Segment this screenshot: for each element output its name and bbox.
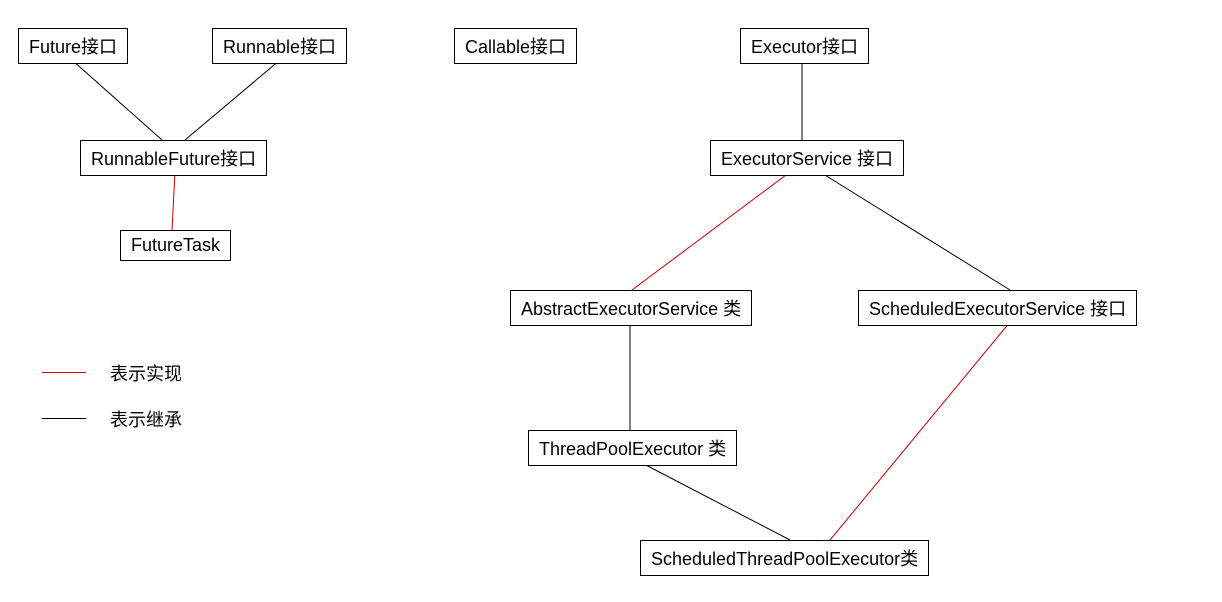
legend-label-implements: 表示实现 [110,360,182,386]
node-callable-interface: Callable接口 [454,28,577,64]
node-abstractexecutorservice-class: AbstractExecutorService 类 [510,290,752,326]
node-futuretask-class: FutureTask [120,230,231,261]
node-threadpoolexecutor-class: ThreadPoolExecutor 类 [528,430,737,466]
node-scheduledthreadpoolexecutor-class: ScheduledThreadPoolExecutor类 [640,540,929,576]
node-future-interface: Future接口 [18,28,128,64]
node-runnable-interface: Runnable接口 [212,28,347,64]
legend-label-extends: 表示继承 [110,406,182,432]
node-executor-interface: Executor接口 [740,28,869,64]
legend-line-extends [42,418,86,419]
legend-line-implements [42,372,86,373]
node-runnablefuture-interface: RunnableFuture接口 [80,140,267,176]
node-executorservice-interface: ExecutorService 接口 [710,140,904,176]
node-scheduledexecutorservice-interface: ScheduledExecutorService 接口 [858,290,1137,326]
